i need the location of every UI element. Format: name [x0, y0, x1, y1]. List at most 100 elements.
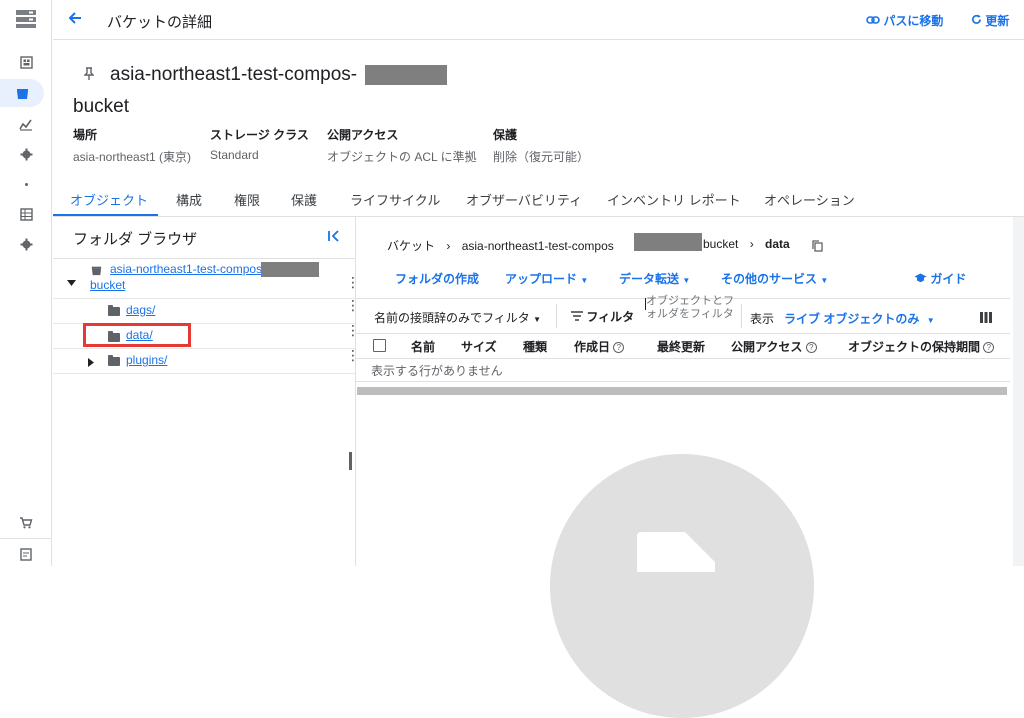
folder-icon	[108, 331, 120, 342]
back-arrow-icon[interactable]	[67, 10, 83, 31]
filter-divider	[741, 304, 742, 328]
link-icon	[866, 14, 883, 28]
view-dropdown[interactable]: ライブ オブジェクトのみ ▼	[784, 310, 935, 327]
breadcrumb-current: data	[765, 237, 790, 251]
filter-button[interactable]: フィルタ	[571, 308, 634, 325]
expand-right-icon[interactable]	[88, 356, 94, 370]
school-icon	[914, 272, 930, 286]
more-vert-icon[interactable]: ⋮	[346, 275, 360, 289]
tab-permissions[interactable]: 権限	[234, 190, 260, 209]
refresh-label: 更新	[985, 14, 1010, 28]
public-access-value: オブジェクトの ACL に準拠	[327, 150, 477, 164]
protection-value: 削除（復元可能）	[493, 150, 590, 164]
other-services-button[interactable]: その他のサービス ▼	[721, 270, 828, 287]
text-cursor	[645, 298, 646, 310]
top-bar: バケットの詳細 パスに移動 更新	[53, 0, 1024, 40]
column-display-icon[interactable]	[980, 310, 992, 328]
vertical-scrollbar[interactable]	[1013, 217, 1024, 566]
col-public-access[interactable]: 公開アクセス ?	[731, 338, 817, 355]
folder-link[interactable]: data/	[126, 328, 153, 342]
tab-protection[interactable]: 保護	[291, 190, 317, 209]
select-all-checkbox[interactable]	[373, 339, 386, 352]
filter-divider	[556, 304, 557, 328]
other-services-label: その他のサービス	[721, 272, 818, 286]
more-vert-icon[interactable]: ⋮	[346, 298, 360, 312]
breadcrumb: バケット › asia-northeast1-test-compos	[387, 237, 614, 254]
overview-icon[interactable]	[0, 48, 52, 76]
prefix-filter-dropdown[interactable]: 名前の接頭辞のみでフィルタ ▼	[374, 309, 541, 326]
refresh-button[interactable]: 更新	[971, 12, 1009, 29]
breadcrumb-bucket-b[interactable]: bucket	[703, 237, 738, 251]
redaction-block	[365, 65, 447, 85]
help-icon[interactable]: ?	[613, 342, 625, 354]
monitoring-icon[interactable]	[0, 110, 52, 138]
tab-objects[interactable]: オブジェクト	[70, 190, 148, 209]
tab-observability[interactable]: オブザーバビリティ	[466, 190, 582, 209]
col-created[interactable]: 作成日 ?	[574, 338, 625, 355]
tree-root-name-b[interactable]: bucket	[90, 278, 125, 292]
help-icon[interactable]: ?	[983, 342, 995, 354]
folder-icon	[108, 305, 120, 316]
more-vert-icon[interactable]: ⋮	[346, 323, 360, 337]
view-value-label: ライブ オブジェクトのみ	[784, 312, 920, 326]
upload-label: アップロード	[505, 272, 578, 286]
resize-handle[interactable]	[349, 452, 352, 470]
create-folder-button[interactable]: フォルダの作成	[395, 270, 479, 287]
table-icon[interactable]	[0, 200, 52, 228]
pin-icon[interactable]	[83, 67, 95, 86]
expand-down-icon[interactable]	[67, 273, 76, 291]
goto-path-button[interactable]: パスに移動	[866, 12, 943, 29]
tab-inventory-reports[interactable]: インベントリ レポート	[607, 190, 741, 209]
table-divider	[356, 381, 1010, 382]
tree-folder-row[interactable]: dags/ ⋮	[53, 298, 360, 324]
breadcrumb-bucket-a[interactable]: asia-northeast1-test-compos	[462, 239, 614, 253]
location-label: 場所	[73, 128, 98, 142]
settings-2-icon[interactable]	[0, 230, 52, 258]
empty-state-illustration	[550, 454, 814, 718]
upload-button[interactable]: アップロード ▼	[505, 270, 588, 287]
tabs-divider	[53, 216, 1024, 217]
location-value: asia-northeast1 (東京)	[73, 150, 192, 164]
settings-icon[interactable]	[0, 140, 52, 168]
storage-class-label: ストレージ クラス	[210, 128, 309, 142]
collapse-panel-icon[interactable]	[327, 229, 341, 248]
view-label: 表示	[750, 312, 775, 326]
folder-link[interactable]: dags/	[126, 303, 155, 317]
tree-root-row[interactable]: asia-northeast1-test-compos bucket ⋮	[53, 259, 360, 299]
chevron-right-icon: ›	[446, 239, 451, 253]
bucket-name-line1: asia-northeast1-test-compos-	[110, 64, 358, 85]
copy-icon[interactable]	[812, 239, 823, 257]
storage-logo-icon[interactable]	[0, 4, 52, 34]
bucket-name-line2: bucket	[73, 96, 129, 117]
tab-operations[interactable]: オペレーション	[764, 190, 855, 209]
more-vert-icon[interactable]: ⋮	[346, 348, 360, 362]
tree-folder-row-selected[interactable]: data/ ⋮	[53, 323, 360, 349]
folder-link[interactable]: plugins/	[126, 353, 167, 367]
storage-class-value: Standard	[210, 148, 259, 162]
tree-root-link[interactable]: asia-northeast1-test-compos	[110, 262, 262, 276]
tab-configuration[interactable]: 構成	[176, 190, 202, 209]
dot-icon	[0, 170, 52, 198]
col-retention[interactable]: オブジェクトの保持期間 ?	[848, 338, 995, 355]
release-notes-icon[interactable]	[0, 540, 52, 568]
horizontal-scrollbar[interactable]	[357, 387, 1007, 395]
public-access-label: 公開アクセス	[327, 128, 399, 142]
marketplace-icon[interactable]	[0, 508, 52, 536]
col-type[interactable]: 種類	[523, 338, 547, 355]
col-created-label: 作成日	[574, 340, 611, 354]
guide-button[interactable]: ガイド	[914, 270, 966, 287]
filter-label: フィルタ	[586, 310, 635, 324]
col-updated[interactable]: 最終更新	[657, 338, 705, 355]
breadcrumb-root[interactable]: バケット	[387, 239, 435, 253]
filter-input[interactable]: オブジェクトとフォルダをフィルタ	[646, 295, 734, 321]
col-name[interactable]: 名前	[411, 338, 435, 355]
tree-root-name-a: asia-northeast1-test-compos	[110, 262, 263, 276]
tree-folder-row[interactable]: plugins/ ⋮	[53, 348, 360, 374]
buckets-icon[interactable]	[0, 79, 44, 107]
tab-lifecycle[interactable]: ライフサイクル	[350, 190, 440, 209]
bucket-name: asia-northeast1-test-compos-	[110, 64, 447, 86]
col-size[interactable]: サイズ	[461, 338, 497, 355]
dropdown-arrow-icon: ▼	[926, 316, 935, 325]
transfer-data-button[interactable]: データ転送 ▼	[619, 270, 690, 287]
help-icon[interactable]: ?	[805, 342, 817, 354]
